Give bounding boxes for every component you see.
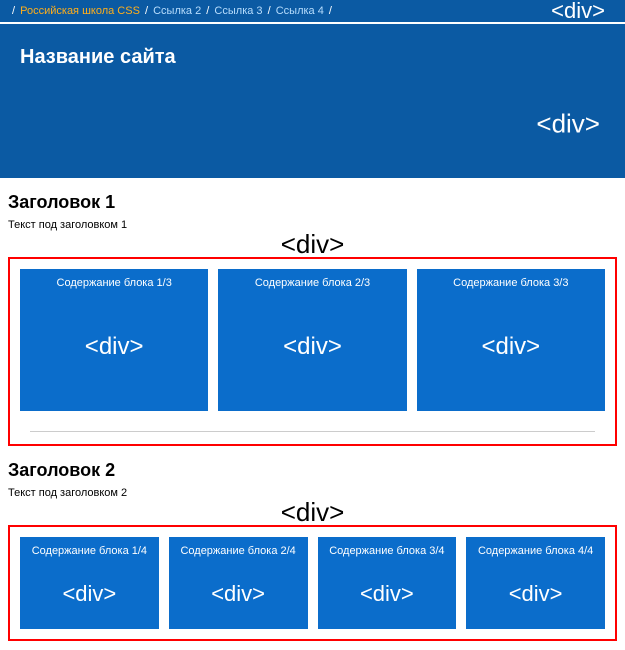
div-tag-label: <div> [281,497,345,528]
section-1: Заголовок 1 Текст под заголовком 1 <div>… [0,178,625,446]
div-tag-label: <div> [360,581,414,607]
block-title: Содержание блока 3/3 [421,277,601,289]
div-tag-label: <div> [62,581,116,607]
block-row: Содержание блока 1/3 <div> Содержание бл… [20,269,605,411]
block-title: Содержание блока 1/4 [24,545,155,557]
block-1-2: Содержание блока 2/3 <div> [218,269,406,411]
div-tag-label: <div> [481,333,540,361]
block-1-3: Содержание блока 3/3 <div> [417,269,605,411]
block-container-1: <div> Содержание блока 1/3 <div> Содержа… [8,257,617,446]
section-2: Заголовок 2 Текст под заголовком 2 <div>… [0,446,625,641]
divider [30,431,595,432]
div-tag-label: <div> [283,333,342,361]
div-tag-label: <div> [536,109,600,140]
block-2-4: Содержание блока 4/4 <div> [466,537,605,629]
block-title: Содержание блока 3/4 [322,545,453,557]
div-tag-label: <div> [85,333,144,361]
block-row: Содержание блока 1/4 <div> Содержание бл… [20,537,605,629]
breadcrumb-sep: / [329,5,332,17]
hero-banner: Название сайта <div> [0,23,625,178]
div-tag-label: <div> [211,581,265,607]
breadcrumb-link-2[interactable]: Ссылка 2 [153,5,201,17]
div-tag-label: <div> [551,0,605,24]
block-container-2: <div> Содержание блока 1/4 <div> Содержа… [8,525,617,641]
div-tag-label: <div> [281,229,345,260]
block-title: Содержание блока 1/3 [24,277,204,289]
breadcrumb-link-1[interactable]: Российская школа CSS [20,5,140,17]
div-tag-label: <div> [509,581,563,607]
section-1-heading: Заголовок 1 [8,192,617,213]
section-2-heading: Заголовок 2 [8,460,617,481]
block-1-1: Содержание блока 1/3 <div> [20,269,208,411]
breadcrumb-sep: / [145,5,148,17]
breadcrumb-sep: / [12,5,15,17]
breadcrumb-sep: / [206,5,209,17]
site-title: Название сайта [20,46,605,69]
breadcrumb-nav: / Российская школа CSS / Ссылка 2 / Ссыл… [0,0,625,23]
block-2-3: Содержание блока 3/4 <div> [318,537,457,629]
breadcrumb-link-3[interactable]: Ссылка 3 [214,5,262,17]
block-title: Содержание блока 2/3 [222,277,402,289]
breadcrumb-link-4[interactable]: Ссылка 4 [276,5,324,17]
block-title: Содержание блока 4/4 [470,545,601,557]
block-2-1: Содержание блока 1/4 <div> [20,537,159,629]
block-title: Содержание блока 2/4 [173,545,304,557]
block-2-2: Содержание блока 2/4 <div> [169,537,308,629]
breadcrumb-sep: / [268,5,271,17]
